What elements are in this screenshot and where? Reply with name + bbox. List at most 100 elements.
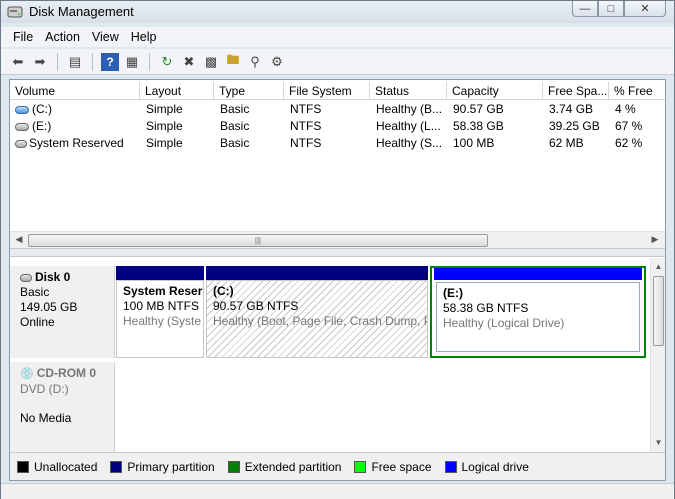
cdrom-0-name: CD-ROM 0 — [36, 366, 97, 380]
legend-label: Primary partition — [127, 459, 215, 474]
legend-swatch — [444, 460, 457, 473]
partition-status: Healthy (Boot, Page File, Crash Dump, P — [213, 314, 428, 328]
legend-label: Logical drive — [461, 459, 529, 474]
disk-0-size: 149.05 GB — [20, 300, 78, 314]
console-tree-icon[interactable]: ▤ — [66, 53, 84, 71]
layout-cell: Simple — [146, 119, 183, 133]
forward-arrow-icon[interactable]: ➡ — [31, 53, 49, 71]
delete-icon[interactable]: ✖ — [180, 53, 198, 71]
primary-partition-bar — [116, 266, 204, 280]
status-bar — [1, 483, 674, 499]
partition-status: Healthy (Logical Drive) — [443, 316, 565, 330]
cdrom-0-title: 💿 CD-ROM 0 — [20, 366, 114, 382]
partition-status: Healthy (Syste — [123, 314, 202, 328]
disk-0-label[interactable]: Disk 0 Basic 149.05 GB Online — [10, 266, 115, 358]
volume-disk-icon — [15, 122, 29, 131]
pane-splitter[interactable] — [10, 248, 665, 257]
legend-label: Free space — [371, 459, 432, 474]
volume-row-system-reserved[interactable]: System Reserved Simple Basic NTFS Health… — [10, 135, 665, 152]
cdrom-0-media: No Media — [20, 411, 72, 425]
percent-free-cell: 67 % — [615, 119, 643, 133]
toolbar-separator — [92, 52, 93, 71]
column-file-system[interactable]: File System — [284, 82, 370, 100]
column-layout[interactable]: Layout — [140, 82, 214, 100]
main-content: Volume Layout Type File System Status Ca… — [9, 79, 666, 481]
free-space-cell: 39.25 GB — [549, 119, 600, 133]
toolbar: ⬅ ➡ ▤ ? ▦ ↻ ✖ ▩ 🖿 ⚲ ⚙ — [1, 49, 674, 75]
toolbar-separator — [57, 52, 58, 71]
type-cell: Basic — [220, 102, 250, 116]
partition-c[interactable]: (C:) 90.57 GB NTFS Healthy (Boot, Page F… — [206, 266, 428, 358]
volume-disk-icon — [15, 139, 27, 148]
disk-0-name: Disk 0 — [35, 270, 71, 284]
volume-name: System Reserved — [29, 136, 124, 150]
cd-icon: 💿 — [20, 368, 34, 380]
layout-cell: Simple — [146, 136, 183, 150]
properties-icon[interactable]: ▩ — [202, 53, 220, 71]
type-cell: Basic — [220, 119, 250, 133]
partition-details: (C:) 90.57 GB NTFS Healthy (Boot, Page F… — [206, 280, 428, 358]
legend-label: Unallocated — [34, 459, 98, 474]
capacity-cell: 90.57 GB — [453, 102, 504, 116]
cdrom-0-spacer — [20, 397, 114, 411]
menu-file[interactable]: File — [7, 27, 39, 47]
close-button[interactable]: ✕ — [624, 1, 666, 17]
column-status[interactable]: Status — [370, 82, 447, 100]
scrollbar-thumb[interactable]: ||| — [28, 234, 488, 247]
menu-bar: File Action View Help — [1, 27, 674, 47]
minimize-button[interactable]: — — [572, 1, 598, 17]
volume-name-cell: System Reserved — [15, 136, 139, 150]
capacity-cell: 58.38 GB — [453, 119, 504, 133]
status-cell: Healthy (S... — [376, 136, 443, 150]
close-icon: ✕ — [640, 3, 650, 15]
back-arrow-icon[interactable]: ⬅ — [9, 53, 27, 71]
legend-label: Extended partition — [244, 459, 342, 474]
disk-0-type: Basic — [20, 285, 50, 299]
menu-help[interactable]: Help — [125, 27, 163, 47]
volume-list-header: Volume Layout Type File System Status Ca… — [10, 82, 665, 100]
column-free-space[interactable]: Free Spa... — [543, 82, 609, 100]
legend-swatch — [227, 460, 240, 473]
settings-icon[interactable]: ⚙ — [268, 53, 286, 71]
scroll-right-icon[interactable]: ▶ — [648, 234, 662, 246]
layout-cell: Simple — [146, 102, 183, 116]
scrollbar-thumb[interactable] — [653, 276, 664, 346]
legend-swatch — [354, 460, 367, 473]
menu-view[interactable]: View — [86, 27, 125, 47]
scroll-down-icon[interactable]: ▼ — [653, 438, 664, 448]
logical-drive-bar — [434, 268, 642, 280]
partition-size: 100 MB NTFS — [123, 299, 200, 313]
scroll-left-icon[interactable]: ◀ — [12, 234, 26, 246]
file-system-cell: NTFS — [290, 119, 322, 133]
partition-name: (C:) — [213, 284, 234, 298]
partition-system-reserved[interactable]: System Reser 100 MB NTFS Healthy (Syste — [116, 266, 204, 358]
type-cell: Basic — [220, 136, 250, 150]
minimize-icon: — — [579, 2, 591, 15]
legend: Unallocated Primary partition Extended p… — [10, 452, 665, 480]
column-type[interactable]: Type — [214, 82, 284, 100]
title-bar[interactable]: Disk Management — □ ✕ — [1, 1, 674, 23]
maximize-button[interactable]: □ — [598, 1, 624, 17]
open-folder-icon[interactable]: 🖿 — [224, 52, 242, 71]
show-hide-icon[interactable]: ▦ — [123, 53, 141, 71]
partition-size: 90.57 GB NTFS — [213, 299, 299, 313]
horizontal-scrollbar[interactable]: ◀ ||| ▶ — [10, 231, 665, 248]
help-icon[interactable]: ? — [101, 52, 119, 71]
menu-action[interactable]: Action — [39, 27, 86, 47]
column-percent-free[interactable]: % Free — [609, 82, 665, 100]
status-cell: Healthy (B... — [376, 102, 443, 116]
column-capacity[interactable]: Capacity — [447, 82, 543, 100]
volume-row-c[interactable]: (C:) Simple Basic NTFS Healthy (B... 90.… — [10, 101, 665, 118]
search-icon[interactable]: ⚲ — [246, 53, 264, 71]
legend-swatch — [110, 460, 123, 473]
column-volume[interactable]: Volume — [10, 82, 140, 100]
vertical-scrollbar[interactable]: ▲ ▼ — [650, 258, 665, 452]
file-system-cell: NTFS — [290, 102, 322, 116]
partition-details: (E:) 58.38 GB NTFS Healthy (Logical Driv… — [436, 282, 640, 352]
scroll-up-icon[interactable]: ▲ — [653, 262, 664, 272]
cdrom-0-label[interactable]: 💿 CD-ROM 0 DVD (D:) No Media — [10, 362, 115, 452]
volume-row-e[interactable]: (E:) Simple Basic NTFS Healthy (L... 58.… — [10, 118, 665, 135]
partition-e[interactable]: (E:) 58.38 GB NTFS Healthy (Logical Driv… — [430, 266, 646, 358]
refresh-icon[interactable]: ↻ — [158, 53, 176, 71]
partition-name: (E:) — [443, 286, 463, 300]
